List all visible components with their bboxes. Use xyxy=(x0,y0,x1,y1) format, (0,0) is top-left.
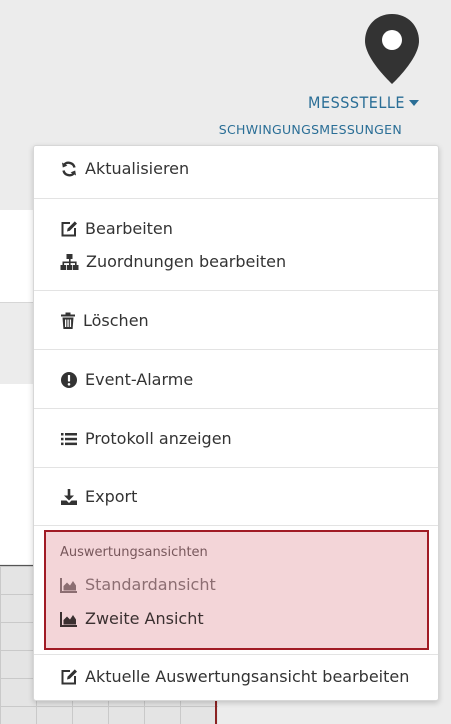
menu-separator xyxy=(34,349,438,350)
area-chart-icon xyxy=(60,611,77,627)
menu-item-edit-label: Bearbeiten xyxy=(85,219,173,238)
menu-separator xyxy=(34,467,438,468)
menu-item-refresh[interactable]: Aktualisieren xyxy=(60,159,189,178)
menu-item-refresh-label: Aktualisieren xyxy=(85,159,190,178)
menu-item-edit-assignments-label: Zuordnungen bearbeiten xyxy=(86,252,287,271)
menu-item-edit-current-view-label: Aktuelle Auswertungsansicht bearbeiten xyxy=(85,667,410,686)
edit-icon xyxy=(61,668,77,684)
menu-item-event-alarms[interactable]: Event-Alarme xyxy=(60,370,193,389)
menu-separator xyxy=(34,525,438,526)
evaluation-views-group-title: Auswertungsansichten xyxy=(60,545,208,560)
background-panel-upper xyxy=(0,210,34,302)
station-dropdown[interactable]: MESSSTELLE xyxy=(308,93,419,112)
menu-item-edit-current-view[interactable]: Aktuelle Auswertungsansicht bearbeiten xyxy=(60,667,409,686)
menu-item-delete-label: Löschen xyxy=(83,311,149,330)
menu-separator xyxy=(34,198,438,199)
list-icon xyxy=(61,432,77,445)
refresh-icon xyxy=(62,161,76,176)
edit-icon xyxy=(61,220,77,236)
menu-item-view-standard-label: Standardansicht xyxy=(85,575,216,594)
station-subtitle: SCHWINGUNGSMESSUNGEN xyxy=(218,122,402,137)
caret-down-icon xyxy=(409,100,419,106)
menu-item-edit-assignments[interactable]: Zuordnungen bearbeiten xyxy=(60,252,286,271)
background-panel-lower xyxy=(0,384,34,564)
background-divider xyxy=(0,302,34,303)
sitemap-icon xyxy=(60,253,79,270)
download-icon xyxy=(61,488,77,505)
menu-item-export[interactable]: Export xyxy=(60,487,137,506)
menu-item-show-log[interactable]: Protokoll anzeigen xyxy=(60,429,232,448)
menu-separator xyxy=(34,408,438,409)
menu-item-view-second[interactable]: Zweite Ansicht xyxy=(60,609,204,628)
menu-item-edit[interactable]: Bearbeiten xyxy=(60,219,173,238)
menu-separator xyxy=(34,290,438,291)
map-marker-icon xyxy=(365,14,419,84)
station-dropdown-menu: Aktualisieren Bearbeiten Zuordnungen bea… xyxy=(33,145,439,701)
trash-icon xyxy=(61,312,75,329)
menu-item-view-second-label: Zweite Ansicht xyxy=(85,609,204,628)
exclamation-circle-icon xyxy=(61,371,77,388)
menu-item-delete[interactable]: Löschen xyxy=(60,311,149,330)
menu-item-event-alarms-label: Event-Alarme xyxy=(85,370,194,389)
menu-item-export-label: Export xyxy=(85,487,138,506)
station-label: MESSSTELLE xyxy=(308,93,405,112)
menu-separator xyxy=(34,654,438,655)
menu-item-show-log-label: Protokoll anzeigen xyxy=(85,429,232,448)
evaluation-views-group: Auswertungsansichten Standardansicht Zwe… xyxy=(44,530,429,650)
area-chart-icon xyxy=(60,577,77,593)
menu-item-view-standard[interactable]: Standardansicht xyxy=(60,575,216,594)
